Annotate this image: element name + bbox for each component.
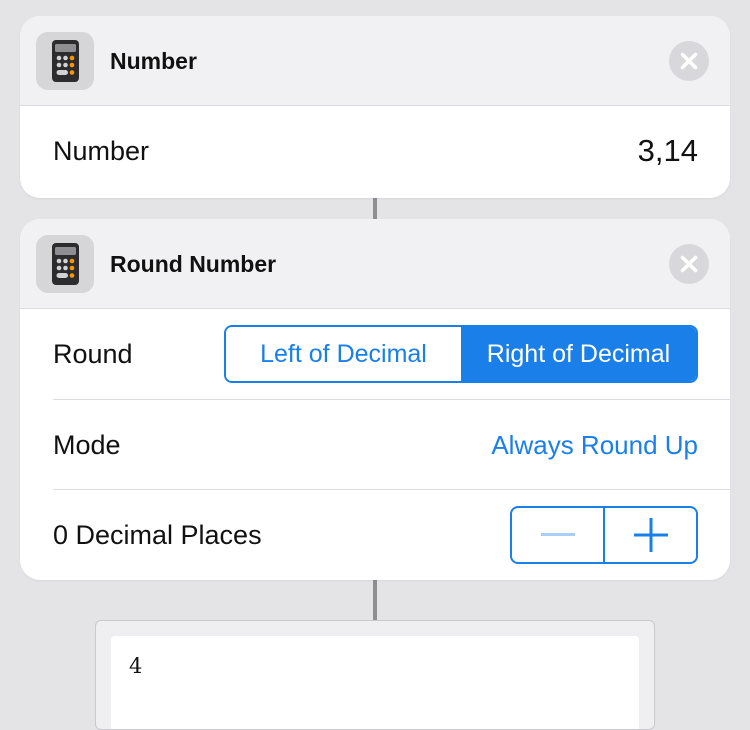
round-number-action-card: Round Number Round Left of Decimal Right… bbox=[20, 219, 730, 580]
plus-icon bbox=[633, 518, 668, 552]
close-icon[interactable] bbox=[669, 244, 709, 284]
mode-label: Mode bbox=[53, 430, 121, 460]
number-action-card: Number Number 3,14 bbox=[20, 16, 730, 198]
stepper-decrement-button[interactable] bbox=[512, 508, 603, 562]
decimal-places-row: 0 Decimal Places bbox=[53, 489, 730, 579]
mode-row[interactable]: Mode Always Round Up bbox=[53, 399, 730, 489]
round-segmented-control[interactable]: Left of Decimal Right of Decimal bbox=[224, 325, 698, 383]
minus-icon bbox=[540, 533, 575, 536]
round-label: Round bbox=[53, 339, 133, 369]
result-value: 4 bbox=[129, 654, 143, 678]
mode-value-link[interactable]: Always Round Up bbox=[491, 400, 698, 490]
action-header: Round Number bbox=[20, 219, 730, 309]
calculator-icon bbox=[36, 32, 94, 90]
calculator-icon bbox=[36, 235, 94, 293]
flow-connector bbox=[373, 580, 377, 620]
close-icon[interactable] bbox=[669, 41, 709, 81]
segment-left-of-decimal[interactable]: Left of Decimal bbox=[226, 327, 461, 381]
result-content: 4 bbox=[111, 636, 639, 729]
segment-right-of-decimal[interactable]: Right of Decimal bbox=[461, 327, 696, 381]
round-row: Round Left of Decimal Right of Decimal bbox=[53, 309, 730, 399]
action-title: Number bbox=[110, 48, 197, 74]
decimal-places-label: 0 Decimal Places bbox=[53, 520, 262, 550]
number-field-value[interactable]: 3,14 bbox=[638, 106, 698, 196]
number-field-row[interactable]: Number 3,14 bbox=[53, 106, 730, 196]
action-header: Number bbox=[20, 16, 730, 106]
flow-connector bbox=[373, 198, 377, 220]
result-panel: 4 bbox=[95, 620, 655, 730]
stepper-increment-button[interactable] bbox=[603, 508, 696, 562]
decimal-places-stepper[interactable] bbox=[510, 506, 698, 564]
number-field-label: Number bbox=[53, 136, 150, 166]
action-title: Round Number bbox=[110, 251, 277, 277]
